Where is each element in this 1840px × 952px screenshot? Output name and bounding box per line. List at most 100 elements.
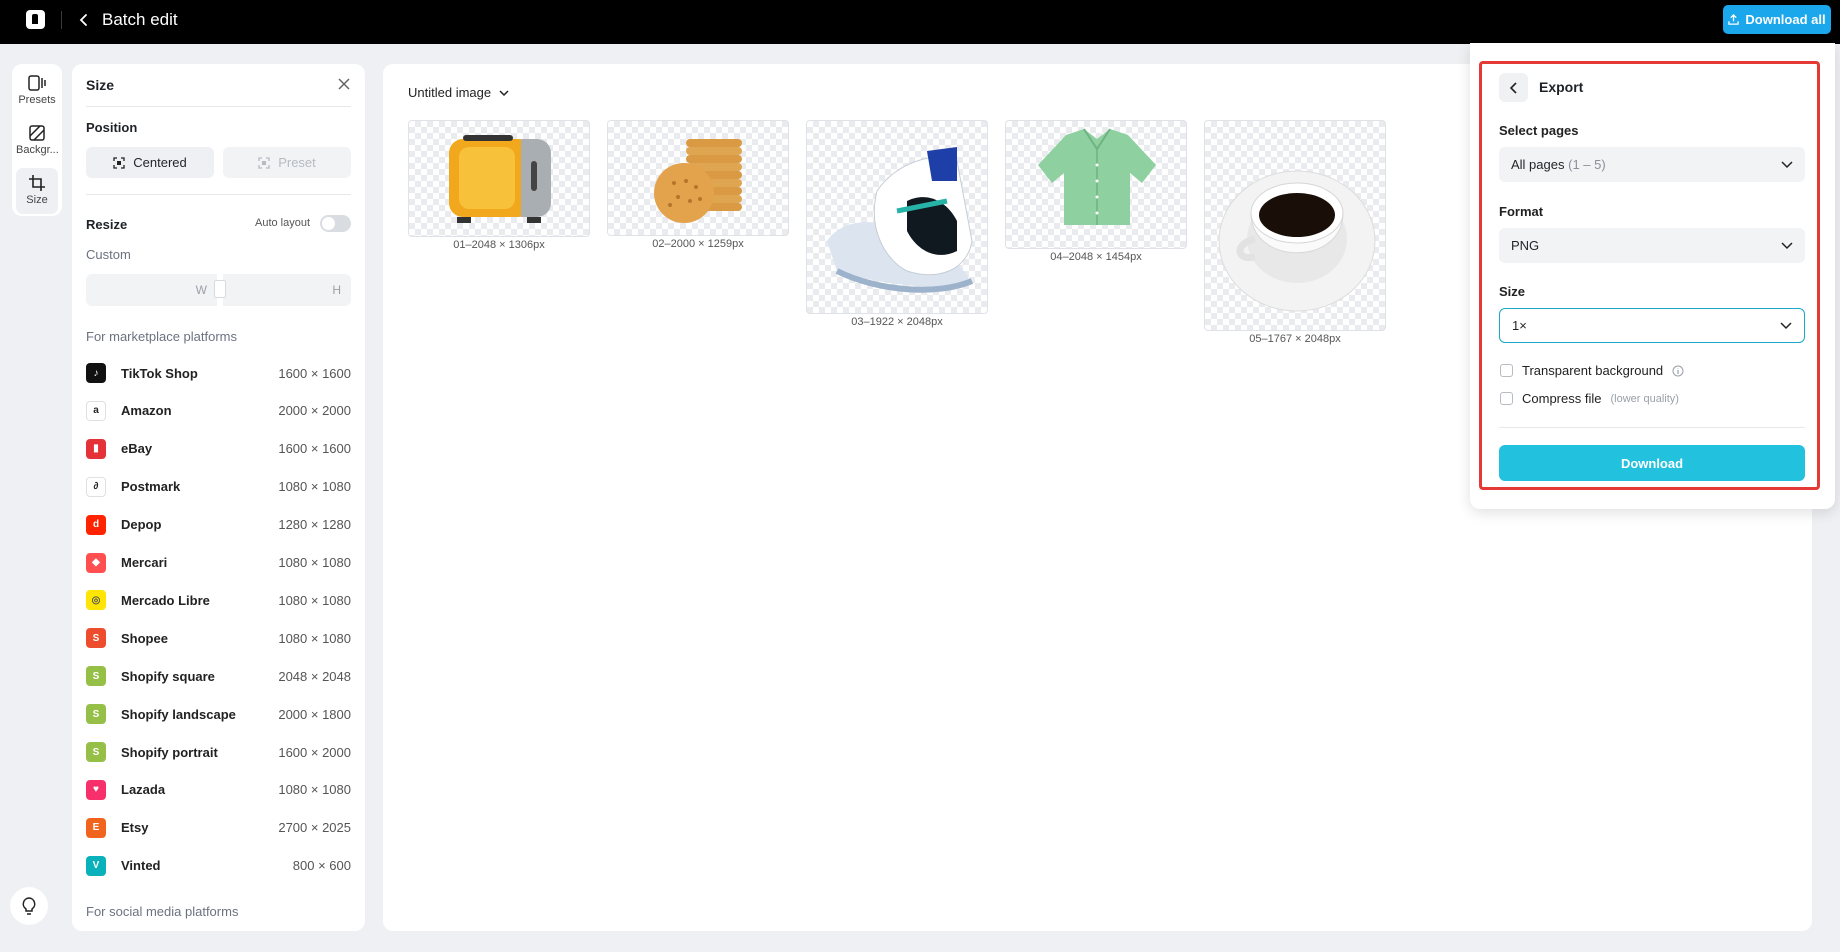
chevron-down-icon (1781, 242, 1793, 250)
top-bar: Batch edit Download all (0, 0, 1840, 44)
rail-item-size[interactable]: Size (16, 168, 58, 214)
chevron-down-icon (1780, 322, 1792, 330)
platform-name: Amazon (121, 403, 172, 418)
close-icon[interactable] (336, 76, 352, 92)
divider (86, 194, 351, 195)
platform-name: TikTok Shop (121, 366, 198, 381)
export-back-button[interactable] (1499, 73, 1528, 102)
image-thumbnail-crackers[interactable] (607, 120, 789, 236)
platform-name: Shopify landscape (121, 707, 236, 722)
height-input[interactable]: H (223, 274, 351, 306)
lightbulb-icon (22, 897, 36, 915)
pages-range: (1 – 5) (1568, 157, 1606, 172)
platform-size: 1080 × 1080 (278, 782, 351, 797)
platform-name: Depop (121, 517, 161, 532)
platform-item[interactable]: SShopify landscape2000 × 1800 (86, 702, 351, 726)
select-pages-label: Select pages (1499, 123, 1579, 138)
size-panel: Size Position Centered Preset Resize Aut… (72, 64, 365, 931)
back-arrow-icon[interactable] (76, 10, 92, 30)
download-all-button[interactable]: Download all (1723, 5, 1831, 34)
platform-logo-icon: ∂ (86, 477, 106, 497)
document-title-dropdown[interactable]: Untitled image (408, 85, 509, 100)
background-icon (29, 125, 45, 141)
chevron-down-icon (499, 89, 509, 97)
platform-item[interactable]: ♪TikTok Shop1600 × 1600 (86, 361, 351, 385)
platform-size: 1080 × 1080 (278, 593, 351, 608)
platform-item[interactable]: VVinted800 × 600 (86, 854, 351, 878)
platform-size: 2000 × 2000 (278, 403, 351, 418)
stepper-icon[interactable] (214, 280, 226, 298)
toaster-image (409, 121, 590, 237)
platform-name: Vinted (121, 858, 161, 873)
chevron-down-icon (1781, 161, 1793, 169)
pages-value: All pages (1511, 157, 1564, 172)
image-thumbnail-shirt[interactable] (1005, 120, 1187, 249)
image-caption: 02–2000 × 1259px (607, 238, 789, 250)
resize-label: Resize (86, 217, 127, 232)
preset-focus-icon (258, 157, 270, 169)
platform-logo-icon: S (86, 742, 106, 762)
app-logo-icon[interactable] (26, 10, 45, 29)
platform-item[interactable]: SShopify portrait1600 × 2000 (86, 740, 351, 764)
platform-name: Mercari (121, 555, 167, 570)
platform-logo-icon: d (86, 515, 106, 535)
transparent-background-checkbox[interactable] (1500, 364, 1513, 377)
platform-item[interactable]: ∂ Postmark 1080 × 1080 (86, 475, 351, 499)
compress-file-option[interactable]: Compress file (lower quality) (1500, 391, 1679, 406)
centered-label: Centered (133, 155, 186, 170)
platform-item[interactable]: SShopee1080 × 1080 (86, 626, 351, 650)
export-title: Export (1539, 79, 1583, 95)
page-title: Batch edit (102, 10, 178, 30)
platform-item[interactable]: SShopify square2048 × 2048 (86, 664, 351, 688)
platform-name: Postmark (121, 479, 180, 494)
compress-file-note: (lower quality) (1610, 393, 1678, 405)
platform-item[interactable]: ♥Lazada1080 × 1080 (86, 778, 351, 802)
pages-select[interactable]: All pages (1 – 5) (1499, 147, 1805, 182)
image-thumbnail-sneaker[interactable] (806, 120, 988, 314)
format-select[interactable]: PNG (1499, 228, 1805, 263)
platform-item[interactable]: ◆Mercari1080 × 1080 (86, 551, 351, 575)
image-thumbnail-toaster[interactable] (408, 120, 590, 237)
download-button[interactable]: Download (1499, 445, 1805, 481)
info-icon[interactable] (1672, 365, 1684, 377)
image-thumbnail-coffee[interactable] (1204, 120, 1386, 331)
image-caption: 05–1767 × 2048px (1204, 333, 1386, 345)
crop-icon (29, 175, 45, 191)
platform-logo-icon: S (86, 666, 106, 686)
platform-item[interactable]: dDepop1280 × 1280 (86, 513, 351, 537)
platform-item[interactable]: aAmazon2000 × 2000 (86, 399, 351, 423)
platform-size: 2700 × 2025 (278, 820, 351, 835)
auto-layout-label: Auto layout (255, 217, 310, 229)
tips-button[interactable] (10, 887, 48, 925)
centered-button[interactable]: Centered (86, 147, 214, 178)
auto-layout-toggle[interactable] (320, 215, 351, 232)
crackers-image (608, 121, 789, 236)
platform-logo-icon: ▮ (86, 439, 106, 459)
pages-select-value: All pages (1 – 5) (1511, 157, 1606, 172)
download-all-label: Download all (1745, 12, 1825, 27)
rail-item-presets[interactable]: Presets (16, 68, 58, 114)
size-panel-title: Size (86, 77, 114, 93)
compress-file-checkbox[interactable] (1500, 392, 1513, 405)
platform-size: 1080 × 1080 (278, 479, 351, 494)
coffee-image (1205, 121, 1386, 331)
rail-item-background[interactable]: Backgr... (16, 118, 58, 164)
platform-item[interactable]: EEtsy2700 × 2025 (86, 816, 351, 840)
custom-label: Custom (86, 247, 131, 262)
size-value: 1× (1512, 318, 1527, 333)
platform-name: Shopee (121, 631, 168, 646)
shirt-image (1006, 121, 1187, 249)
format-value: PNG (1511, 238, 1539, 253)
platform-item[interactable]: ▮eBay1600 × 1600 (86, 437, 351, 461)
sneaker-image (807, 121, 988, 314)
position-label: Position (86, 120, 137, 135)
size-select[interactable]: 1× (1499, 308, 1805, 343)
platform-size: 800 × 600 (293, 858, 351, 873)
image-caption: 03–1922 × 2048px (806, 316, 988, 328)
width-input[interactable]: W (86, 274, 217, 306)
platform-name: eBay (121, 441, 152, 456)
size-label: Size (1499, 284, 1525, 299)
transparent-background-option[interactable]: Transparent background (1500, 363, 1684, 378)
platform-item[interactable]: ◎Mercado Libre1080 × 1080 (86, 588, 351, 612)
preset-button[interactable]: Preset (223, 147, 351, 178)
